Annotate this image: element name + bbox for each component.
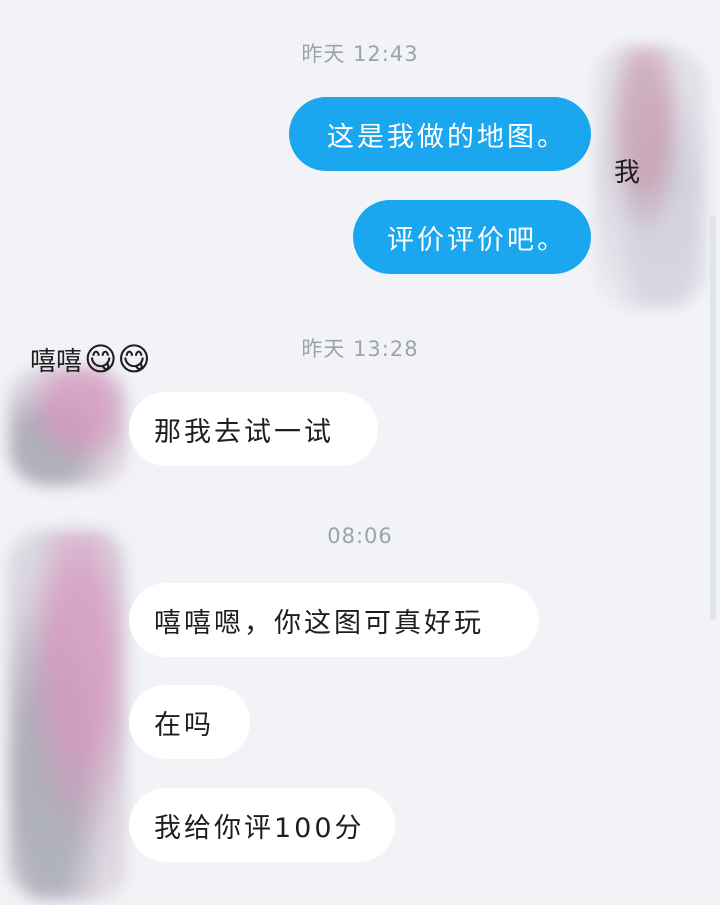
message-text: 那我去试一试	[154, 416, 334, 448]
message-text: 在吗	[154, 709, 214, 741]
incoming-message[interactable]: 嘻嘻嗯，你这图可真好玩	[129, 583, 539, 657]
smile-emoji-icon: 😋😋	[84, 340, 151, 378]
self-name-label: 我	[614, 158, 641, 188]
message-text: 评价评价吧。	[387, 224, 567, 256]
message-text: 这是我做的地图。	[327, 121, 567, 153]
message-text: 我给你评100分	[154, 812, 365, 844]
chat-window[interactable]: 昨天 12:43 我 这是我做的地图。 评价评价吧。 昨天 13:28 嘻嘻 😋…	[0, 0, 720, 905]
friend-name-label: 嘻嘻 😋😋	[30, 340, 151, 378]
incoming-message[interactable]: 我给你评100分	[129, 788, 395, 862]
incoming-message[interactable]: 那我去试一试	[129, 392, 378, 466]
message-text: 嘻嘻嗯，你这图可真好玩	[154, 607, 484, 639]
outgoing-message[interactable]: 这是我做的地图。	[289, 97, 591, 171]
friend-avatar[interactable]	[8, 530, 126, 900]
scrollbar[interactable]	[710, 215, 716, 620]
friend-avatar[interactable]	[8, 366, 126, 486]
incoming-message[interactable]: 在吗	[129, 685, 250, 759]
outgoing-message[interactable]: 评价评价吧。	[353, 200, 591, 274]
friend-name-text: 嘻嘻	[30, 346, 83, 377]
self-avatar[interactable]	[596, 46, 706, 308]
